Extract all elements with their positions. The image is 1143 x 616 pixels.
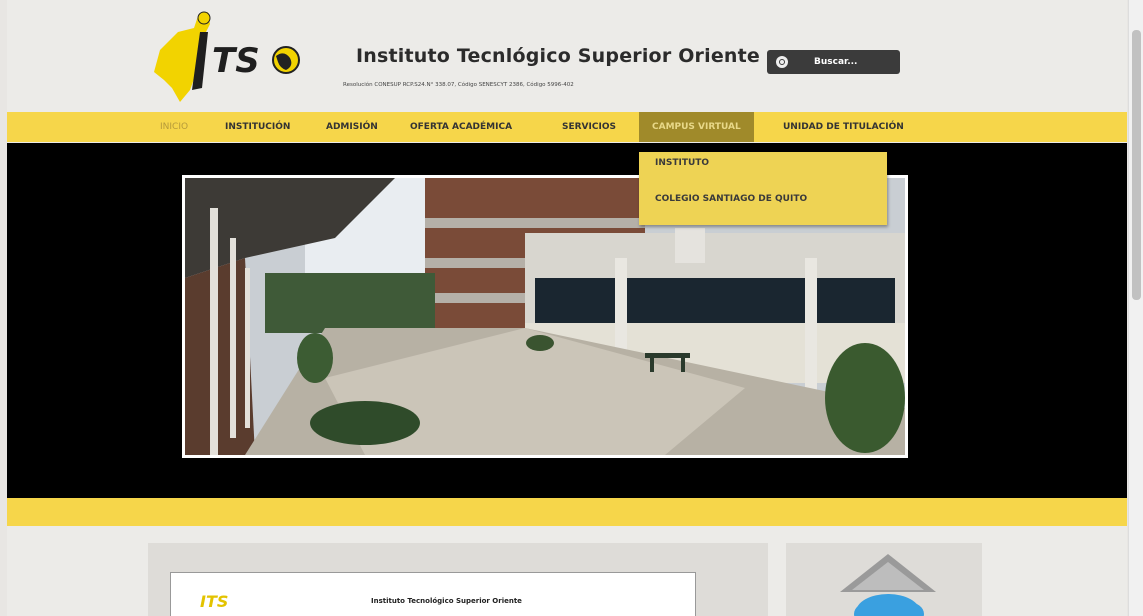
nav-item-oferta-academica[interactable]: OFERTA ACADÉMICA (410, 112, 512, 142)
search-box[interactable] (767, 50, 900, 74)
page: TS Instituto Tecnlógico Superior Oriente… (0, 0, 1143, 616)
campus-virtual-dropdown: INSTITUTO COLEGIO SANTIAGO DE QUITO (639, 152, 887, 225)
site-subtitle: Resolución CONESUP RCP.S24.N° 338.07, Có… (343, 82, 574, 88)
document-logo-text: ITS (200, 592, 229, 611)
site-title: Instituto Tecnlógico Superior Oriente (356, 45, 761, 67)
document-logo: ITS (200, 592, 228, 611)
nav-item-institucion[interactable]: INSTITUCIÓN (225, 112, 290, 142)
scrollbar-thumb[interactable] (1132, 30, 1141, 300)
nav-item-campus-virtual[interactable]: CAMPUS VIRTUAL (639, 112, 754, 142)
dropdown-item-instituto[interactable]: INSTITUTO (655, 158, 709, 168)
nav-item-unidad-de-titulacion[interactable]: UNIDAD DE TITULACIÓN (783, 112, 904, 142)
page-scrollbar[interactable] (1128, 0, 1143, 616)
search-input[interactable] (814, 57, 894, 67)
svg-text:TS: TS (212, 41, 260, 81)
dropdown-item-colegio-santiago-de-quito[interactable]: COLEGIO SANTIAGO DE QUITO (655, 194, 807, 204)
document-preview[interactable] (170, 572, 696, 616)
nav-item-servicios[interactable]: SERVICIOS (562, 112, 616, 142)
document-title: Instituto Tecnológico Superior Oriente (371, 597, 522, 605)
site-logo[interactable]: TS (150, 10, 310, 105)
cloud-icon[interactable] (832, 552, 944, 616)
search-icon[interactable] (776, 56, 788, 68)
nav-item-admision[interactable]: ADMISIÓN (326, 112, 378, 142)
logo-graphic: TS (154, 11, 300, 102)
yellow-divider (7, 498, 1127, 526)
nav-item-inicio[interactable]: INICIO (160, 112, 188, 142)
